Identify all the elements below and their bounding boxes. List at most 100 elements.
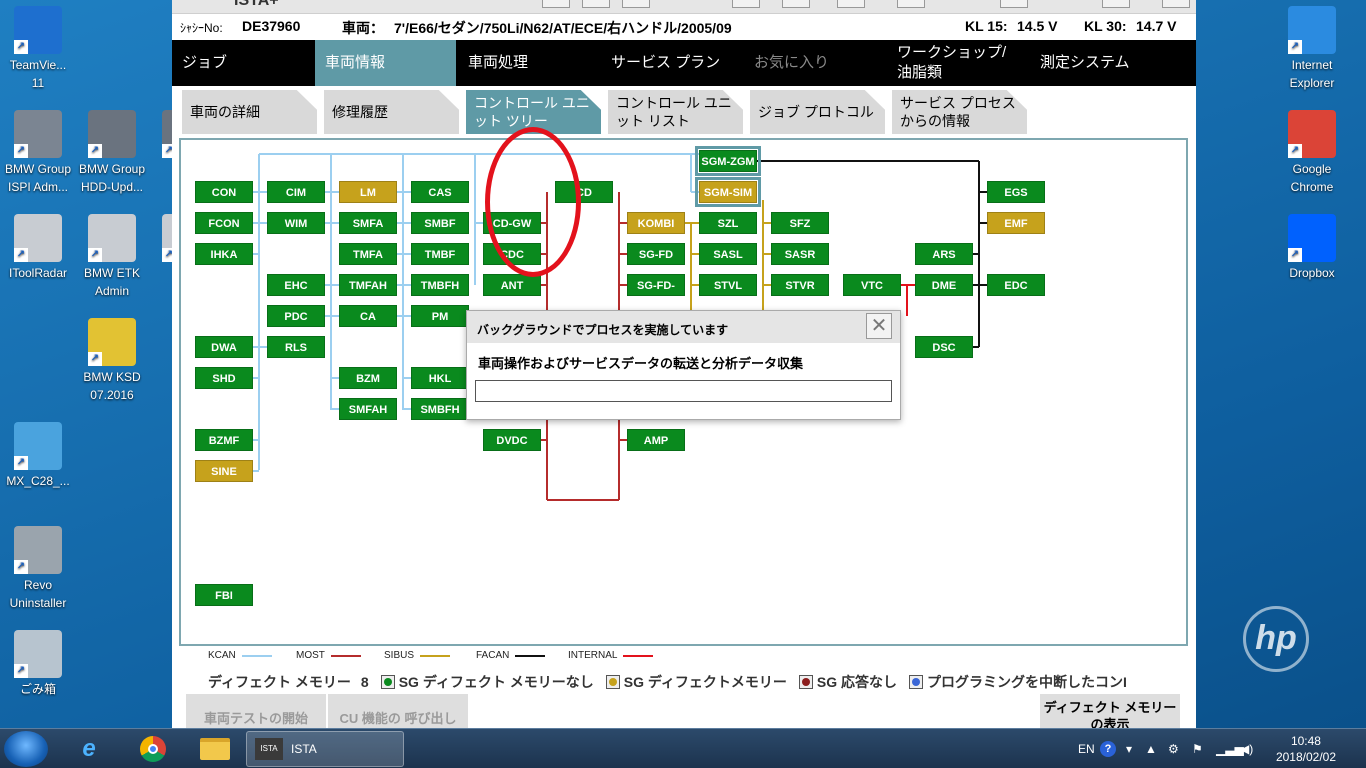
ecu-cas[interactable]: CAS [411,181,469,203]
ecu-wim[interactable]: WIM [267,212,325,234]
desktop-icon-1[interactable]: ↗ BMW Group ISPI Adm... [0,110,76,196]
ecu-vtc[interactable]: VTC [843,274,901,296]
taskbar-chrome-icon[interactable] [128,732,178,766]
tray-language[interactable]: EN [1078,729,1095,768]
tab-service-plan[interactable]: サービス プラン [601,40,742,86]
subtab-vehicle-details[interactable]: 車両の詳細 [182,90,317,134]
ecu-edc[interactable]: EDC [987,274,1045,296]
ecu-dwa[interactable]: DWA [195,336,253,358]
show-defect-memory-button[interactable]: ディフェクト メモリーの表示 [1040,694,1180,730]
ecu-smbfh[interactable]: SMBFH [411,398,469,420]
taskbar-ista-app[interactable]: ISTA ISTA [246,731,404,767]
desktop-icon-5[interactable]: ↗ BMW ETK Admin [74,214,150,300]
ecu-sg-fd[interactable]: SG-FD [627,243,685,265]
tab-jobs[interactable]: ジョブ [172,40,313,86]
tray-clock[interactable]: 10:48 2018/02/02 [1276,733,1336,765]
tray-expand-icon[interactable]: ▾ [1126,729,1132,768]
ecu-ant[interactable]: ANT [483,274,541,296]
subtab-service-process-info[interactable]: サービス プロセス からの情報 [892,90,1027,134]
ecu-tmbf[interactable]: TMBF [411,243,469,265]
ecu-sasr[interactable]: SASR [771,243,829,265]
ecu-stvl[interactable]: STVL [699,274,757,296]
desktop-icon-0[interactable]: ↗ TeamVie... 11 [0,6,76,92]
toolbar-wrench-icon[interactable] [782,0,810,8]
ecu-sfz[interactable]: SFZ [771,212,829,234]
toolbar-print-icon[interactable] [837,0,865,8]
ecu-con[interactable]: CON [195,181,253,203]
ecu-dsc[interactable]: DSC [915,336,973,358]
desktop-icon-9[interactable]: ↗ Revo Uninstaller [0,526,76,612]
ecu-dme[interactable]: DME [915,274,973,296]
ecu-bzm[interactable]: BZM [339,367,397,389]
desktop-icon-7[interactable]: ↗ BMW KSD 07.2016 [74,318,150,404]
ecu-ca[interactable]: CA [339,305,397,327]
ecu-sgm-sim[interactable]: SGM-SIM [695,177,761,207]
ecu-hkl[interactable]: HKL [411,367,469,389]
ecu-sasl[interactable]: SASL [699,243,757,265]
ecu-pdc[interactable]: PDC [267,305,325,327]
ecu-szl[interactable]: SZL [699,212,757,234]
desktop-icon-right-2[interactable]: ↗ Dropbox [1274,214,1350,282]
subtab-repair-history[interactable]: 修理履歴 [324,90,459,134]
toolbar-download-icon[interactable] [1102,0,1130,8]
tray-show-hidden-icon[interactable]: ▲ [1145,729,1157,768]
tab-vehicle-processing[interactable]: 車両処理 [458,40,599,86]
subtab-job-protocol[interactable]: ジョブ プロトコル [750,90,885,134]
ecu-egs[interactable]: EGS [987,181,1045,203]
tab-workshop[interactable]: ワークショップ/ 油脂類 [887,40,1028,86]
ecu-dvdc[interactable]: DVDC [483,429,541,451]
tab-vehicle-info[interactable]: 車両情報 [315,40,456,86]
ecu-ihka[interactable]: IHKA [195,243,253,265]
tray-network-share-icon[interactable]: ⚙ [1168,729,1179,768]
ecu-ehc[interactable]: EHC [267,274,325,296]
toolbar-air-icon[interactable] [1000,0,1028,8]
ecu-fcon[interactable]: FCON [195,212,253,234]
tray-volume-icon[interactable]: ◀) [1240,729,1253,768]
toolbar-forward-icon[interactable] [582,0,610,8]
ecu-bzmf[interactable]: BZMF [195,429,253,451]
ecu-kombi[interactable]: KOMBI [627,212,685,234]
start-button[interactable] [4,731,48,767]
toolbar-tool-icon[interactable] [732,0,760,8]
ecu-sine[interactable]: SINE [195,460,253,482]
tray-help-icon[interactable]: ? [1100,729,1116,768]
ecu-tmfa[interactable]: TMFA [339,243,397,265]
ecu-tmbfh[interactable]: TMBFH [411,274,469,296]
ecu-emf[interactable]: EMF [987,212,1045,234]
tray-flag-icon[interactable]: ⚑ [1192,729,1203,768]
ecu-tmfah[interactable]: TMFAH [339,274,397,296]
desktop-icon-10[interactable]: ↗ ごみ箱 [0,630,76,698]
ecu-smbf[interactable]: SMBF [411,212,469,234]
ecu-stvr[interactable]: STVR [771,274,829,296]
ecu-ars[interactable]: ARS [915,243,973,265]
desktop-icon-8[interactable]: ↗ MX_C28_... [0,422,76,490]
ecu-smfa[interactable]: SMFA [339,212,397,234]
ecu-amp[interactable]: AMP [627,429,685,451]
desktop-icon-4[interactable]: ↗ IToolRadar [0,214,76,282]
toolbar-home-icon[interactable] [622,0,650,8]
ecu-sgm-zgm[interactable]: SGM-ZGM [695,146,761,176]
desktop-icon-right-0[interactable]: ↗ Internet Explorer [1274,6,1350,92]
ecu-fbi[interactable]: FBI [195,584,253,606]
title-strip: ISTA+ [172,0,1196,14]
vehicle-test-button[interactable]: 車両テストの開始 [186,694,326,730]
ecu-cim[interactable]: CIM [267,181,325,203]
ecu-pm[interactable]: PM [411,305,469,327]
tab-favorites[interactable]: お気に入り [744,40,885,86]
desktop-icon-2[interactable]: ↗ BMW Group HDD-Upd... [74,110,150,196]
ecu-lm[interactable]: LM [339,181,397,203]
subtab-control-unit-list[interactable]: コントロール ユニット リスト [608,90,743,134]
dialog-close-icon[interactable]: ✕ [866,313,892,339]
cu-function-button[interactable]: CU 機能の 呼び出し [328,694,468,730]
toolbar-close-icon[interactable] [1162,0,1190,8]
ecu-smfah[interactable]: SMFAH [339,398,397,420]
ecu-sg-fd-gw[interactable]: SG-FD-GW [627,274,685,314]
taskbar-explorer-icon[interactable] [190,732,240,766]
ecu-shd[interactable]: SHD [195,367,253,389]
desktop-icon-right-1[interactable]: ↗ Google Chrome [1274,110,1350,196]
tab-measurement[interactable]: 測定システム [1030,40,1171,86]
ecu-rls[interactable]: RLS [267,336,325,358]
toolbar-settings-icon[interactable] [897,0,925,8]
taskbar-ie-icon[interactable]: e [64,732,114,766]
toolbar-back-icon[interactable] [542,0,570,8]
